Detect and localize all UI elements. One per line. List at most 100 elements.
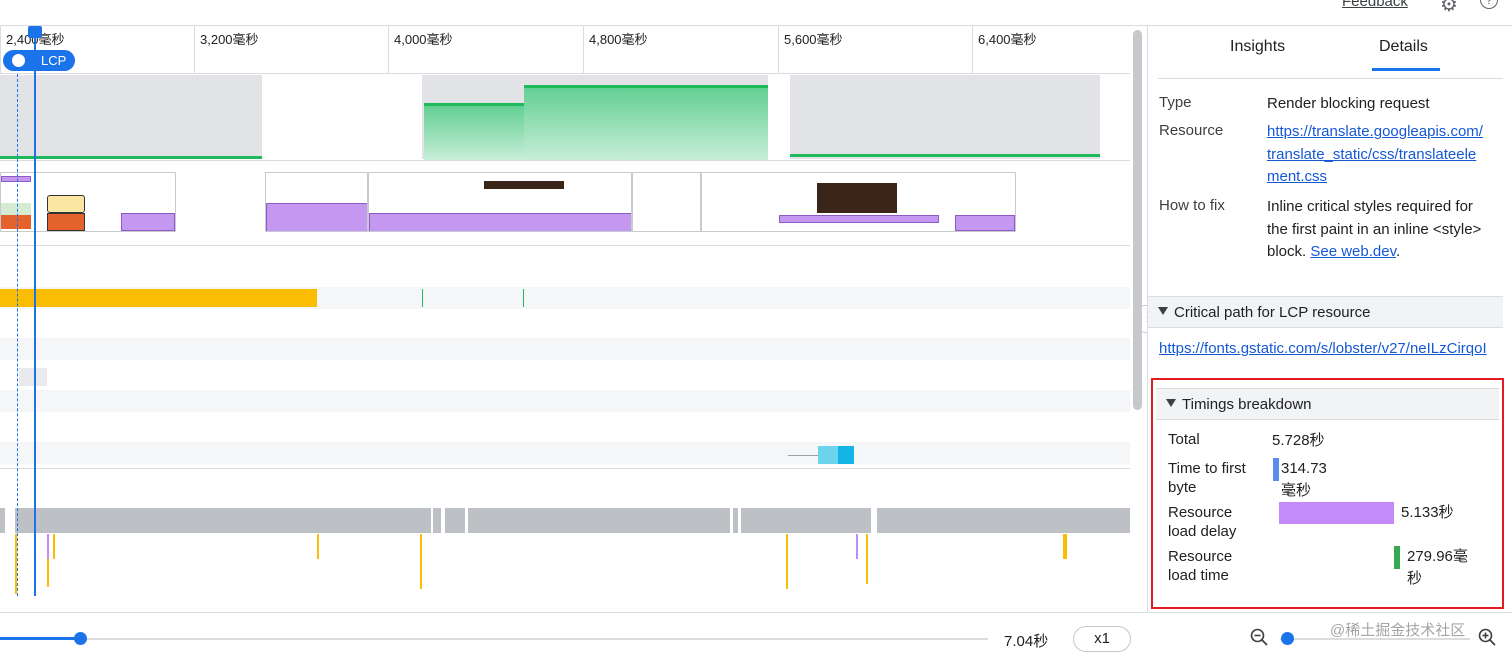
playhead-handle[interactable]	[28, 26, 42, 38]
load-delay-value: 5.133秒	[1401, 504, 1454, 521]
filmstrip-frame[interactable]	[368, 172, 632, 232]
gear-icon[interactable]: ⚙	[1440, 0, 1458, 17]
activity-area	[524, 85, 768, 160]
event-marker	[53, 534, 55, 559]
activity-line	[790, 154, 1100, 157]
resource-label: Resource	[1159, 122, 1224, 139]
activity-line	[0, 156, 262, 159]
timeline-slider-fill	[0, 637, 80, 640]
network-request-bar[interactable]	[838, 446, 854, 464]
top-toolbar: Feedback ⚙ ?	[0, 0, 1512, 26]
how-to-fix-value: Inline critical styles required for the …	[1267, 198, 1482, 260]
main-thread-task[interactable]	[445, 508, 465, 533]
tab-insights[interactable]: Insights	[1230, 38, 1285, 56]
time-tick: 4,800毫秒	[583, 26, 648, 74]
filmstrip-frame[interactable]	[0, 172, 176, 232]
zoom-out-icon[interactable]	[1250, 628, 1268, 646]
main-thread-task[interactable]	[468, 508, 730, 533]
time-tick: 5,600毫秒	[778, 26, 843, 74]
main-thread-task[interactable]	[0, 508, 5, 533]
main-thread-idle-block	[0, 75, 262, 159]
total-value: 5.728秒	[1272, 432, 1325, 449]
expand-triangle-icon	[1166, 399, 1176, 407]
event-marker	[47, 559, 49, 587]
track-divider	[0, 245, 1130, 246]
critical-path-link[interactable]: https://fonts.gstatic.com/s/lobster/v27/…	[1159, 340, 1487, 357]
time-tick: 6,400毫秒	[972, 26, 1037, 74]
main-thread-task[interactable]	[733, 508, 738, 533]
performance-timeline[interactable]: 2,400毫秒 3,200毫秒 4,000毫秒 4,800毫秒 5,600毫秒 …	[0, 26, 1130, 596]
resource-value: https://translate.googleapis.com/transla…	[1267, 121, 1487, 189]
how-to-fix-label: How to fix	[1159, 197, 1225, 214]
network-event-marker	[523, 289, 524, 307]
playhead[interactable]	[34, 26, 36, 596]
request-wait-line	[788, 455, 820, 456]
network-event-marker	[422, 289, 423, 307]
ttfb-label: Time to first byte	[1168, 460, 1246, 496]
details-sidebar: Insights Details Type Render blocking re…	[1147, 26, 1512, 612]
load-time-label: Resource load time	[1168, 548, 1233, 584]
event-marker	[856, 534, 858, 559]
load-delay-bar	[1279, 502, 1394, 524]
tab-divider	[1158, 78, 1503, 79]
timeline-slider-thumb[interactable]	[74, 632, 87, 645]
lcp-marker[interactable]: LCP	[3, 50, 75, 71]
tab-details[interactable]: Details	[1379, 38, 1428, 56]
render-blocking-request-bar[interactable]	[0, 289, 317, 307]
track-divider	[0, 468, 1130, 469]
track-row	[0, 338, 1130, 360]
lcp-dot-icon	[12, 54, 25, 67]
total-label: Total	[1168, 431, 1200, 448]
feedback-link[interactable]: Feedback	[1342, 0, 1408, 10]
main-thread-task[interactable]	[15, 508, 431, 533]
load-time-bar	[1394, 546, 1400, 569]
playback-speed-button[interactable]: x1	[1073, 626, 1131, 652]
zoom-in-icon[interactable]	[1478, 628, 1496, 646]
web-dev-link[interactable]: See web.dev	[1310, 243, 1396, 260]
load-time-value: 279.96毫秒	[1407, 548, 1468, 587]
main-thread-task[interactable]	[877, 508, 1130, 533]
watermark: @稀土掘金技术社区	[1330, 622, 1466, 639]
event-marker	[786, 534, 788, 589]
ttfb-value: 314.73毫秒	[1281, 460, 1327, 499]
help-icon[interactable]: ?	[1480, 0, 1498, 9]
timings-section-header[interactable]: Timings breakdown	[1156, 388, 1499, 420]
time-tick: 2,400毫秒	[0, 26, 65, 74]
event-marker	[47, 534, 49, 559]
event-marker	[1063, 534, 1067, 559]
load-delay-label: Resource load delay	[1168, 504, 1237, 540]
timeline-scrollbar[interactable]	[1133, 30, 1142, 410]
duration-readout: 7.04秒	[1004, 633, 1049, 650]
filmstrip-frame[interactable]	[265, 172, 368, 232]
main-thread-idle-block	[790, 75, 1100, 159]
track-row	[0, 442, 1130, 464]
event-marker	[317, 534, 319, 559]
critical-path-link-row: https://fonts.gstatic.com/s/lobster/v27/…	[1159, 340, 1497, 357]
critical-path-section-header[interactable]: Critical path for LCP resource	[1148, 296, 1503, 328]
selected-tab-indicator	[1372, 68, 1440, 71]
track-row	[0, 390, 1130, 412]
time-ruler: 2,400毫秒 3,200毫秒 4,000毫秒 4,800毫秒 5,600毫秒 …	[0, 26, 1130, 74]
ttfb-bar	[1273, 458, 1279, 481]
timeline-slider-track[interactable]	[0, 638, 988, 640]
expand-triangle-icon	[1158, 307, 1168, 315]
main-thread-task[interactable]	[741, 508, 871, 533]
timings-highlight-box: Timings breakdown Total 5.728秒 Time to f…	[1151, 378, 1504, 609]
time-tick: 3,200毫秒	[194, 26, 259, 74]
resource-link[interactable]: https://translate.googleapis.com/transla…	[1267, 123, 1483, 185]
activity-area	[424, 103, 524, 160]
zoom-slider-thumb[interactable]	[1281, 632, 1294, 645]
time-tick: 4,000毫秒	[388, 26, 453, 74]
type-label: Type	[1159, 94, 1192, 111]
type-value: Render blocking request	[1267, 95, 1430, 112]
track-divider	[0, 160, 1130, 161]
filmstrip-frame[interactable]	[632, 172, 701, 232]
network-request-bar[interactable]	[818, 446, 839, 464]
playback-controls: 7.04秒 x1 @稀土掘金技术社区	[0, 612, 1512, 657]
filmstrip-frame[interactable]	[701, 172, 1016, 232]
network-request-bar[interactable]	[19, 368, 47, 386]
event-marker	[866, 534, 868, 584]
lcp-guide-line	[17, 74, 18, 596]
event-marker	[420, 534, 422, 589]
main-thread-task[interactable]	[433, 508, 441, 533]
